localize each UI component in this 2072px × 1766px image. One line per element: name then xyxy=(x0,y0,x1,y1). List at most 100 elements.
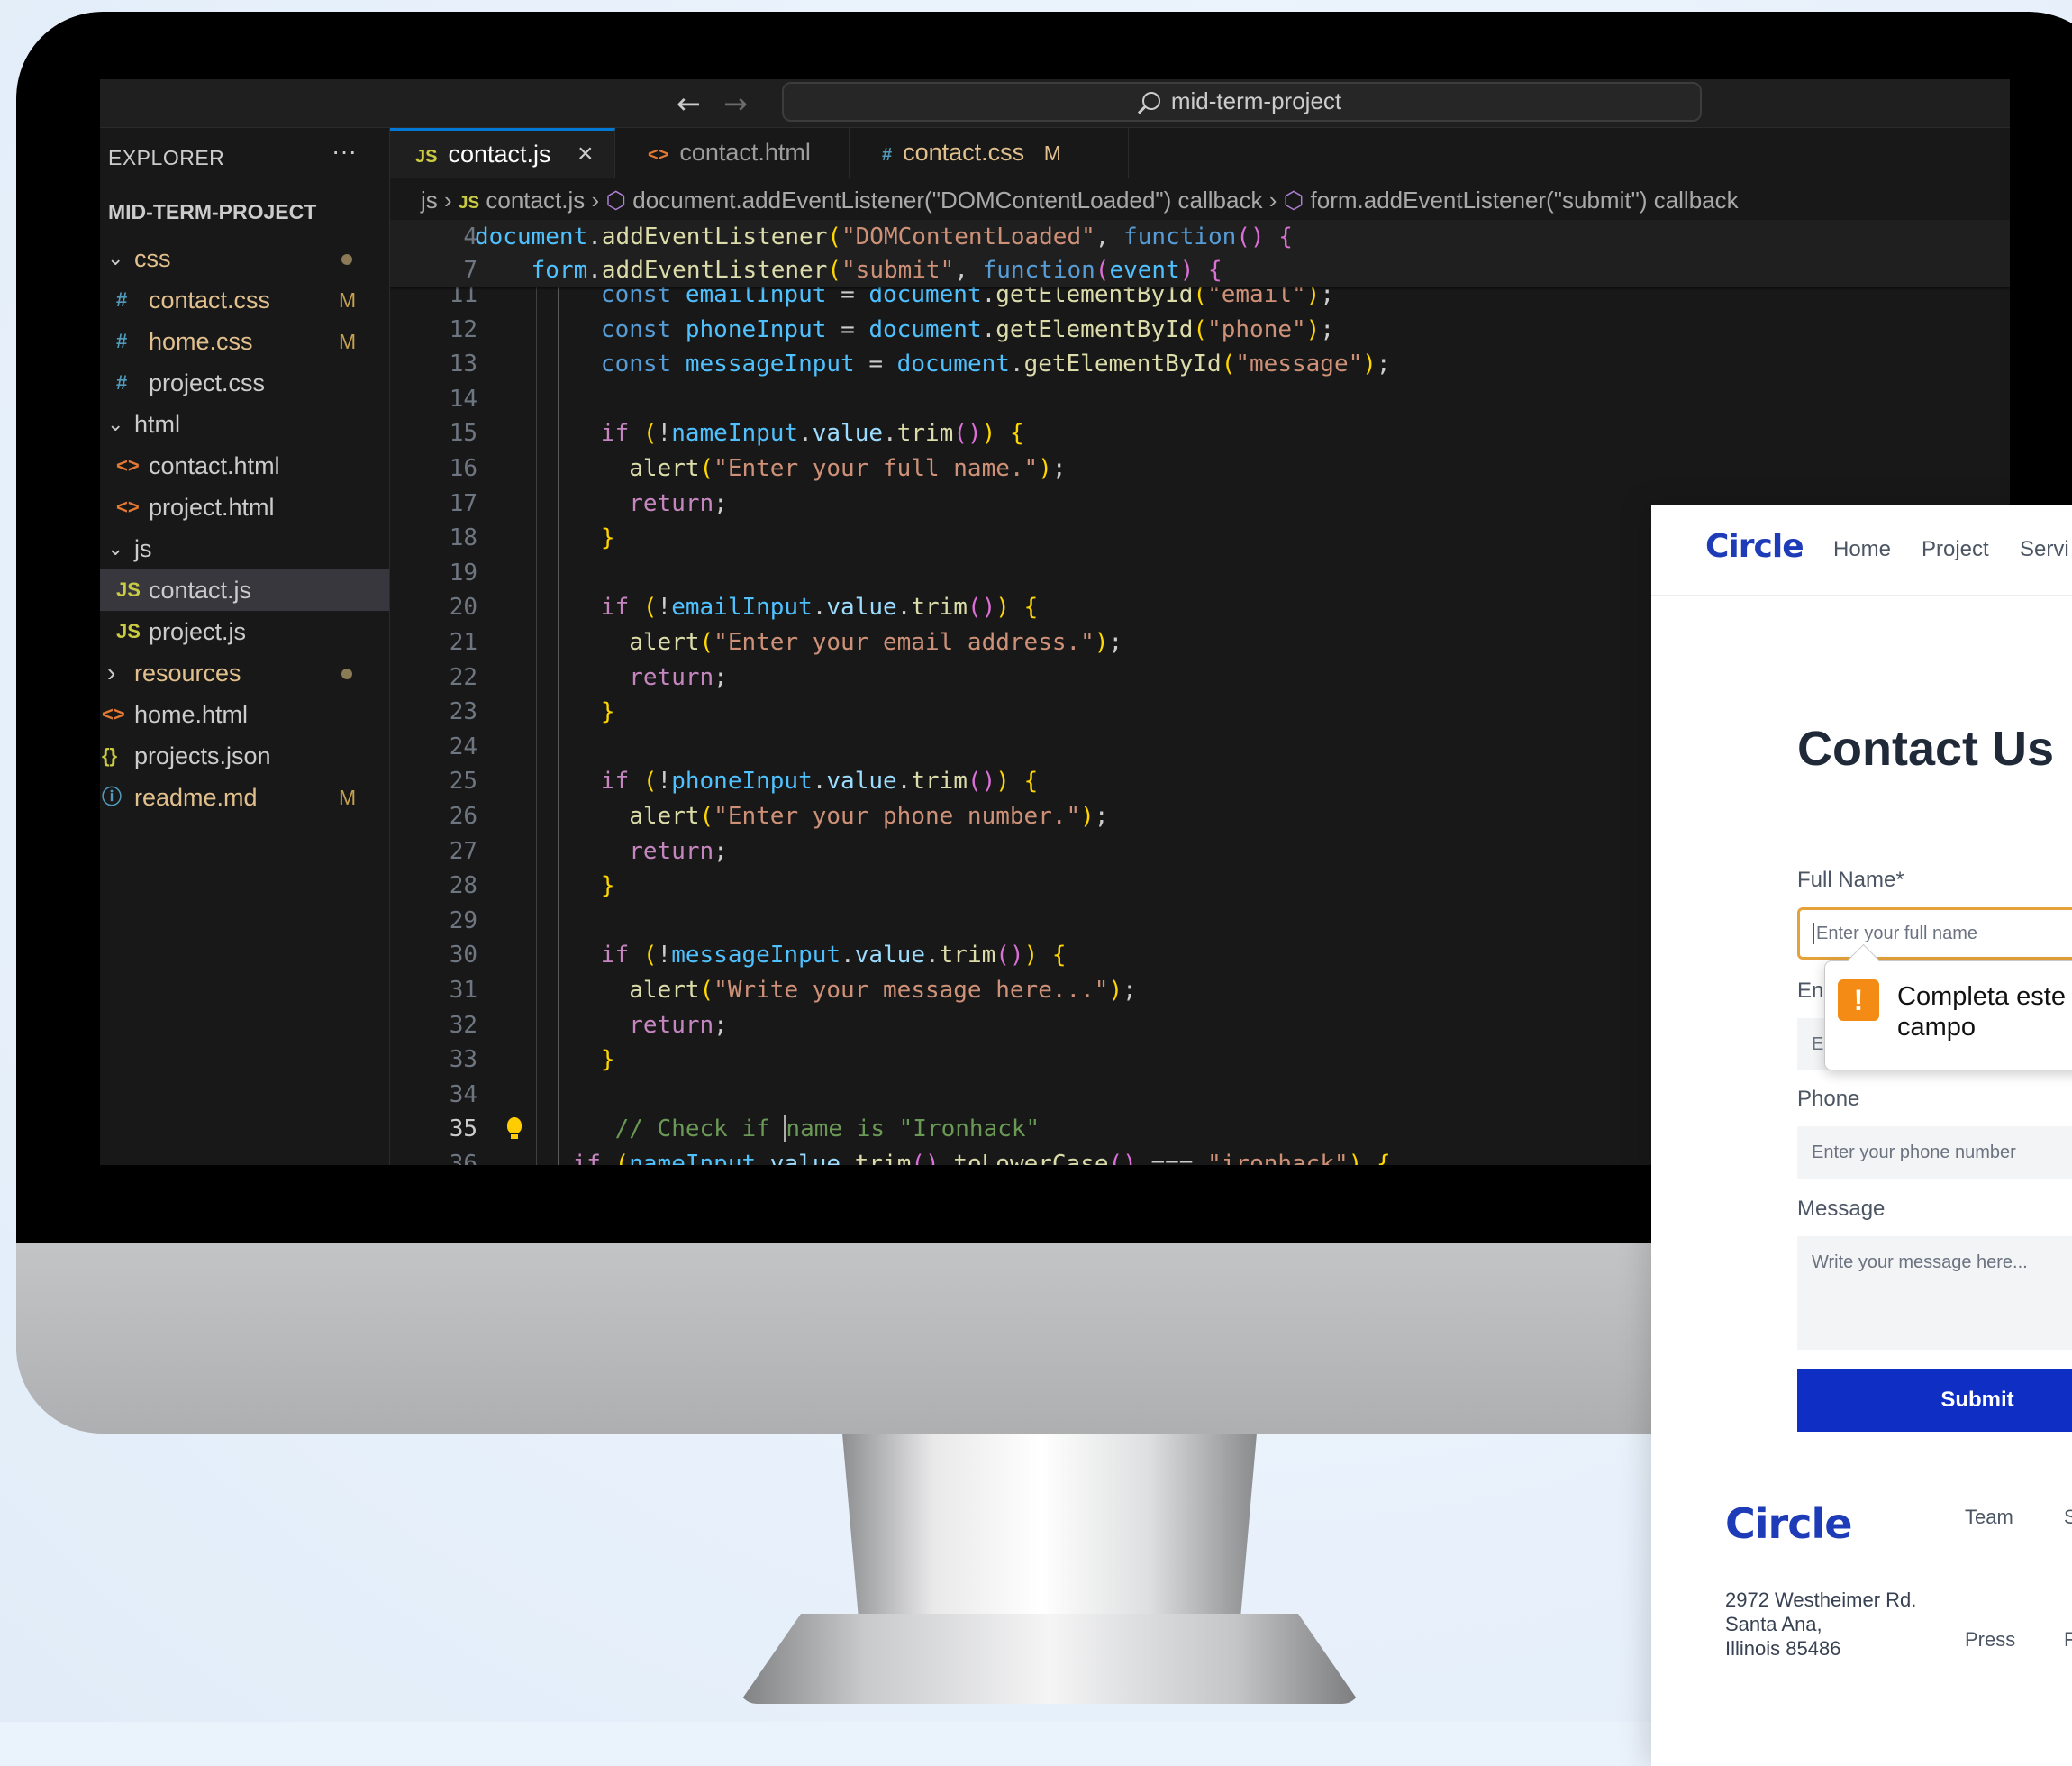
file-project-js[interactable]: JS project.js xyxy=(100,611,389,652)
line-number: 18 xyxy=(449,524,477,552)
tab-contact-js[interactable]: JS contact.js × xyxy=(390,128,615,178)
email-placeholder: E xyxy=(1812,1034,1824,1054)
warning-icon: ! xyxy=(1838,979,1879,1021)
chevron-right-icon: › xyxy=(444,187,459,214)
line-number: 35 xyxy=(449,1115,477,1143)
code-text: // Check if name is "Ironhack" xyxy=(614,1115,1041,1143)
html-file-icon: <> xyxy=(116,454,140,477)
file-contact-css[interactable]: # contact.css M xyxy=(100,279,389,321)
line-number: 26 xyxy=(449,803,477,830)
code-text: } xyxy=(600,872,615,900)
symbol-cube-icon: ⬡ xyxy=(1283,187,1304,214)
chevron-right-icon: › xyxy=(107,659,116,687)
tree-item-label: project.html xyxy=(149,494,275,521)
tree-item-label: home.html xyxy=(134,701,249,728)
code-text: alert("Enter your phone number."); xyxy=(629,803,1109,830)
message-textarea[interactable]: Write your message here... xyxy=(1797,1236,2072,1350)
line-number: 19 xyxy=(449,559,477,587)
line-number: 31 xyxy=(449,977,477,1004)
html-file-icon: <> xyxy=(648,145,669,165)
folder-css[interactable]: ⌄ css xyxy=(100,238,389,279)
line-number: 27 xyxy=(449,837,477,865)
code-text: } xyxy=(600,698,615,726)
code-text: if (!nameInput.value.trim()) { xyxy=(600,420,1024,448)
file-project-html[interactable]: <> project.html xyxy=(100,487,389,528)
html-file-icon: <> xyxy=(116,496,140,518)
footer-link-f[interactable]: F xyxy=(2064,1628,2072,1652)
close-icon[interactable]: × xyxy=(577,131,594,178)
page-title: Contact Us xyxy=(1797,722,2055,776)
folder-html[interactable]: ⌄ html xyxy=(100,404,389,445)
modified-badge: M xyxy=(1043,141,1061,165)
js-file-icon: JS xyxy=(458,194,480,213)
site-logo[interactable]: Circle xyxy=(1705,528,1804,565)
file-home-css[interactable]: # home.css M xyxy=(100,321,389,362)
line-number: 23 xyxy=(449,698,477,726)
footer-logo[interactable]: Circle xyxy=(1725,1499,1852,1548)
stand-neck xyxy=(842,1434,1257,1623)
code-text: document.addEventListener("DOMContentLoa… xyxy=(475,223,1293,250)
file-projects-json[interactable]: {} projects.json xyxy=(100,735,389,777)
tree-item-label: project.css xyxy=(149,369,266,396)
tab-contact-css[interactable]: # contact.css M xyxy=(851,128,1129,178)
breadcrumb-symbol[interactable]: document.addEventListener("DOMContentLoa… xyxy=(632,187,1262,214)
line-number: 13 xyxy=(449,350,477,378)
full-name-input[interactable]: Enter your full name xyxy=(1797,907,2072,960)
tab-contact-html[interactable]: <> contact.html xyxy=(617,128,850,178)
breadcrumb-folder[interactable]: js xyxy=(421,187,438,214)
line-number: 21 xyxy=(449,629,477,656)
forward-arrow-icon[interactable]: → xyxy=(723,86,748,121)
code-text: alert("Enter your email address."); xyxy=(629,629,1123,656)
line-number: 22 xyxy=(449,663,477,691)
footer-link-press[interactable]: Press xyxy=(1965,1628,2015,1652)
nav-link-project[interactable]: Project xyxy=(1922,537,1989,562)
code-line: 13 const messageInput = document.getElem… xyxy=(390,347,2010,381)
tree-item-label: contact.html xyxy=(149,452,280,479)
submit-button[interactable]: Submit xyxy=(1797,1369,2072,1432)
file-project-css[interactable]: # project.css xyxy=(100,362,389,404)
breadcrumb-symbol[interactable]: form.addEventListener("submit") callback xyxy=(1311,187,1739,214)
code-text: return; xyxy=(629,837,728,865)
footer-link-s[interactable]: S xyxy=(2064,1506,2072,1529)
folder-js[interactable]: ⌄ js xyxy=(100,528,389,569)
sticky-scroll-shadow xyxy=(390,287,2010,290)
tab-label: contact.js xyxy=(448,141,551,168)
chevron-right-icon: › xyxy=(591,187,606,214)
command-center[interactable]: mid-term-project xyxy=(782,82,1702,122)
more-actions-icon[interactable]: ··· xyxy=(332,137,357,166)
line-number: 24 xyxy=(449,733,477,760)
nav-link-home[interactable]: Home xyxy=(1833,537,1891,562)
project-folder-header[interactable]: MID-TERM-PROJECT xyxy=(108,200,316,224)
chevron-down-icon: ⌄ xyxy=(107,413,124,435)
file-contact-js[interactable]: JS contact.js xyxy=(100,569,389,611)
code-line: 15 if (!nameInput.value.trim()) { xyxy=(390,416,2010,451)
tree-item-label: readme.md xyxy=(134,784,258,811)
footer-link-team[interactable]: Team xyxy=(1965,1506,2013,1529)
chevron-right-icon: › xyxy=(1268,187,1284,214)
breadcrumb: js › JS contact.js › ⬡ document.addEvent… xyxy=(390,180,2010,220)
css-file-icon: # xyxy=(116,288,128,311)
css-file-icon: # xyxy=(116,371,128,394)
breadcrumb-file[interactable]: contact.js xyxy=(486,187,585,214)
modified-badge: M xyxy=(339,288,357,312)
phone-input[interactable]: Enter your phone number xyxy=(1797,1126,2072,1179)
editor-tabs: JS contact.js × <> contact.html # contact.c… xyxy=(390,128,2010,178)
back-arrow-icon[interactable]: ← xyxy=(677,86,701,121)
js-file-icon: JS xyxy=(116,578,141,601)
folder-resources[interactable]: › resources xyxy=(100,652,389,694)
file-contact-html[interactable]: <> contact.html xyxy=(100,445,389,487)
tree-item-label: resources xyxy=(134,660,241,687)
tree-item-label: css xyxy=(134,245,171,272)
tree-item-label: html xyxy=(134,411,181,438)
sticky-scroll-line[interactable]: 4 document.addEventListener("DOMContentLo… xyxy=(390,220,2010,254)
line-number: 25 xyxy=(449,768,477,796)
tree-item-label: js xyxy=(134,535,152,562)
sticky-scroll-line[interactable]: 7 form.addEventListener("submit", functi… xyxy=(390,253,2010,287)
nav-link-services[interactable]: Servi xyxy=(2020,537,2069,562)
file-home-html[interactable]: <> home.html xyxy=(100,694,389,735)
line-number: 20 xyxy=(449,594,477,622)
file-readme-md[interactable]: ⓘ readme.md M xyxy=(100,777,389,818)
chevron-down-icon: ⌄ xyxy=(107,247,124,269)
css-file-icon: # xyxy=(882,145,893,165)
tree-item-label: home.css xyxy=(149,328,253,355)
